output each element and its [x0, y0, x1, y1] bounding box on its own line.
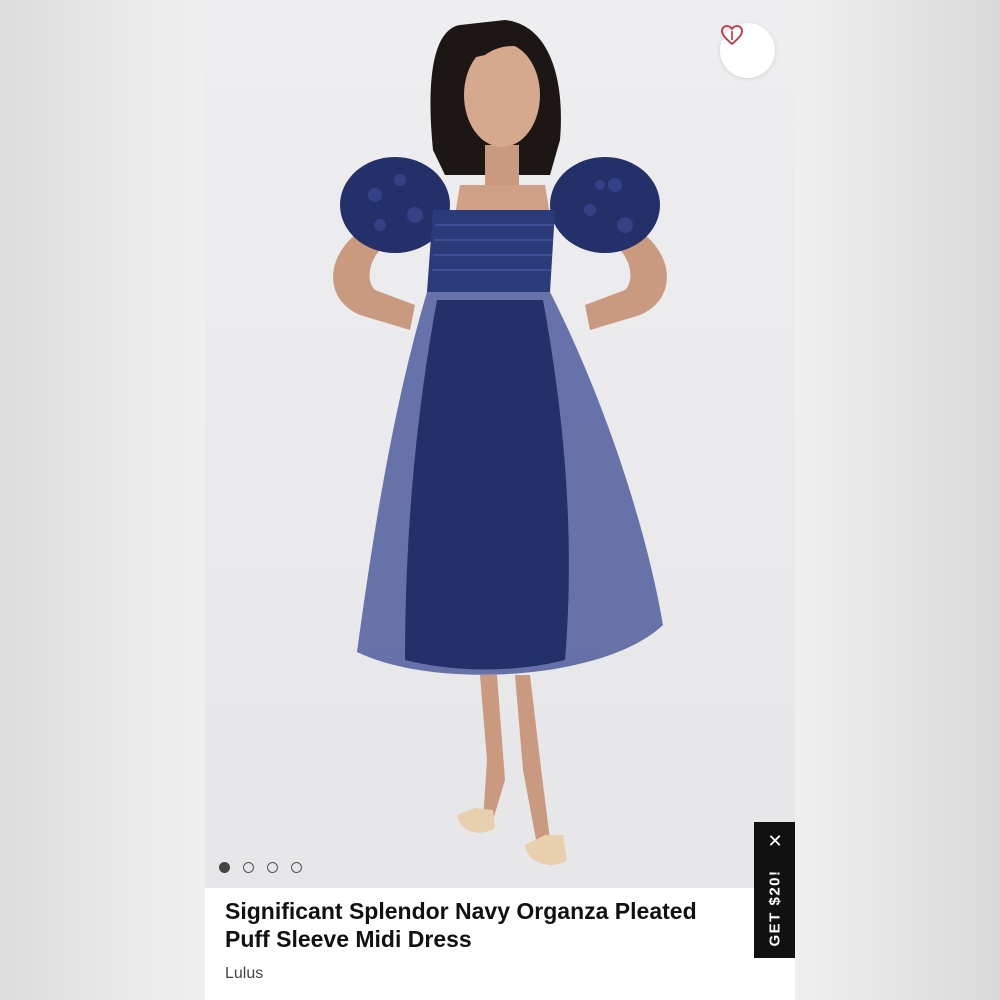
dress-photo-illustration: [205, 20, 795, 888]
image-carousel-indicator: [219, 862, 302, 873]
product-image[interactable]: [205, 0, 795, 888]
carousel-dot-3[interactable]: [267, 862, 278, 873]
product-info: Significant Splendor Navy Organza Pleate…: [225, 897, 745, 983]
product-screen: ✕ GET $20! Significant Splendor Navy Org…: [205, 0, 795, 1000]
carousel-dot-2[interactable]: [243, 862, 254, 873]
background-right: [795, 0, 1000, 1000]
product-title: Significant Splendor Navy Organza Pleate…: [225, 898, 697, 952]
promo-label[interactable]: GET $20!: [767, 869, 784, 946]
carousel-dot-4[interactable]: [291, 862, 302, 873]
product-brand[interactable]: Lulus: [225, 965, 745, 983]
close-icon[interactable]: ✕: [754, 828, 795, 854]
background-left: [0, 0, 205, 1000]
carousel-dot-1[interactable]: [219, 862, 230, 873]
promo-tab[interactable]: ✕ GET $20!: [754, 822, 795, 958]
favorite-button[interactable]: [720, 23, 775, 78]
heart-icon: [721, 25, 743, 46]
